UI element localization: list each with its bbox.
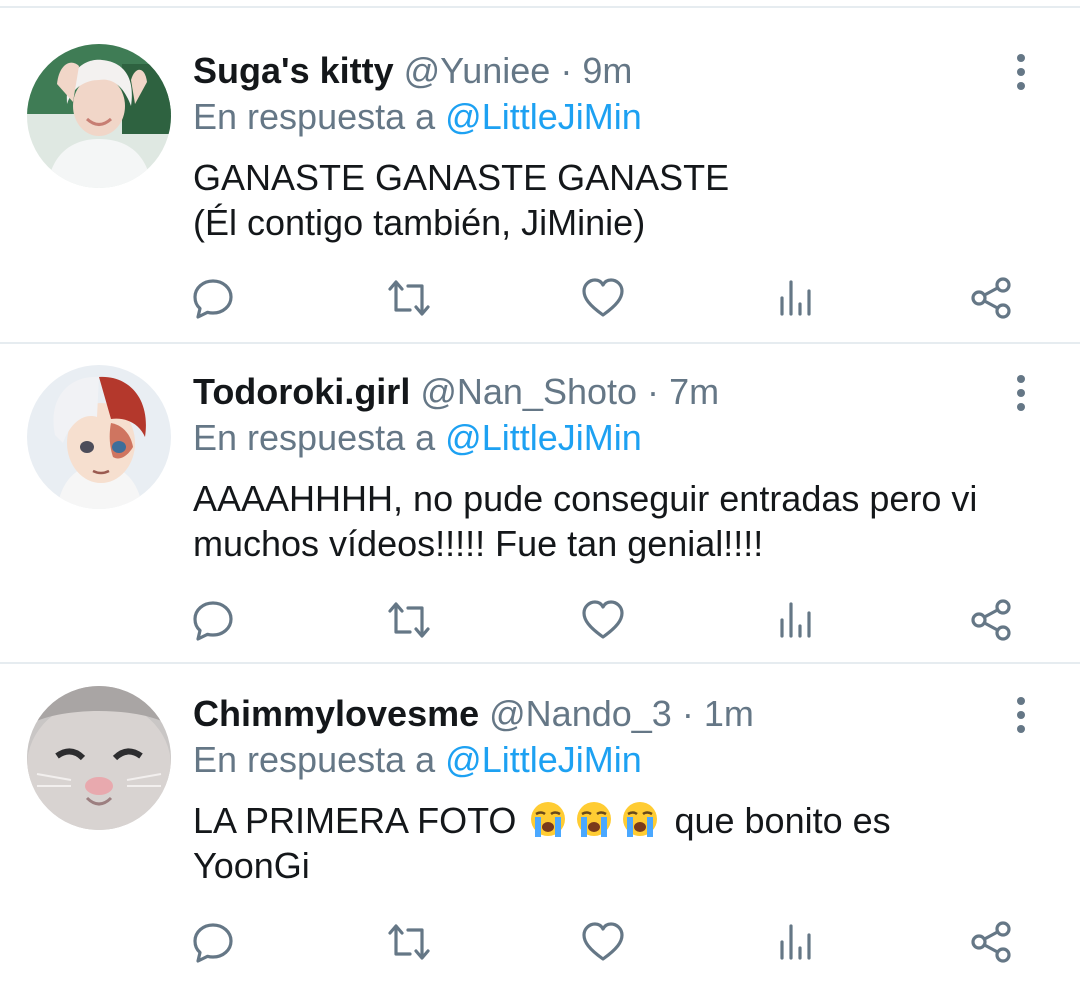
tweet-text-line: GANASTE GANASTE GANASTE bbox=[193, 157, 730, 198]
tweet-card[interactable]: Suga's kitty @Yuniee · 9m En respuesta a… bbox=[0, 0, 1080, 342]
reply-prefix: En respuesta a bbox=[193, 96, 436, 137]
reply-button[interactable] bbox=[189, 918, 237, 966]
tweet-text-segment: que bonito es bbox=[674, 800, 891, 841]
handle[interactable]: @Yuniee bbox=[404, 50, 551, 91]
reply-button[interactable] bbox=[189, 596, 237, 644]
reply-mention[interactable]: @LittleJiMin bbox=[445, 739, 642, 780]
retweet-icon bbox=[388, 602, 430, 638]
reply-button[interactable] bbox=[189, 274, 237, 322]
reply-context: En respuesta a @LittleJiMin bbox=[193, 738, 642, 782]
reply-mention[interactable]: @LittleJiMin bbox=[445, 96, 642, 137]
display-name[interactable]: Suga's kitty bbox=[193, 50, 394, 91]
reply-mention[interactable]: @LittleJiMin bbox=[445, 417, 642, 458]
like-button[interactable] bbox=[579, 918, 627, 966]
separator-dot: · bbox=[560, 50, 573, 91]
retweet-button[interactable] bbox=[385, 274, 433, 322]
like-icon bbox=[582, 600, 624, 639]
tweet-text-line: (Él contigo también, JiMinie) bbox=[193, 202, 646, 243]
reply-icon bbox=[193, 279, 233, 319]
separator-dot: · bbox=[647, 371, 660, 412]
reply-icon bbox=[193, 601, 233, 641]
tweet-text: AAAAHHHH, no pude conseguir entradas per… bbox=[193, 476, 1053, 566]
tweet-card[interactable]: Todoroki.girl @Nan_Shoto · 7m En respues… bbox=[0, 344, 1080, 662]
tweet-text-line: AAAAHHHH, no pude conseguir entradas per… bbox=[193, 478, 978, 519]
display-name[interactable]: Todoroki.girl bbox=[193, 371, 410, 412]
tweet-text-line: YoonGi bbox=[193, 845, 310, 886]
retweet-button[interactable] bbox=[385, 918, 433, 966]
share-button[interactable] bbox=[967, 596, 1015, 644]
handle[interactable]: @Nan_Shoto bbox=[420, 371, 637, 412]
display-name[interactable]: Chimmylovesme bbox=[193, 693, 479, 734]
share-button[interactable] bbox=[967, 274, 1015, 322]
share-icon bbox=[971, 599, 1011, 641]
retweet-button[interactable] bbox=[385, 596, 433, 644]
more-options-icon[interactable] bbox=[1006, 695, 1036, 735]
tweet-text: GANASTE GANASTE GANASTE (Él contigo tamb… bbox=[193, 155, 1053, 245]
more-options-icon[interactable] bbox=[1006, 52, 1036, 92]
tweet-actions bbox=[0, 274, 1080, 324]
reply-prefix: En respuesta a bbox=[193, 739, 436, 780]
loudly-crying-face-emoji bbox=[618, 800, 664, 841]
avatar-image bbox=[27, 686, 171, 830]
share-icon bbox=[971, 921, 1011, 963]
timestamp[interactable]: 7m bbox=[669, 371, 719, 412]
tweet-text-line: LA PRIMERA FOTO que bonito es bbox=[193, 798, 1053, 843]
analytics-button[interactable] bbox=[772, 274, 820, 322]
tweet-card[interactable]: Chimmylovesme @Nando_3 · 1m En respuesta… bbox=[0, 664, 1080, 981]
avatar[interactable] bbox=[27, 44, 171, 188]
like-button[interactable] bbox=[579, 596, 627, 644]
tweet-text-segment: LA PRIMERA FOTO bbox=[193, 800, 517, 841]
share-button[interactable] bbox=[967, 918, 1015, 966]
analytics-icon bbox=[780, 602, 811, 638]
timestamp[interactable]: 1m bbox=[704, 693, 754, 734]
retweet-icon bbox=[388, 924, 430, 960]
analytics-button[interactable] bbox=[772, 596, 820, 644]
timestamp[interactable]: 9m bbox=[582, 50, 632, 91]
like-icon bbox=[582, 922, 624, 961]
like-button[interactable] bbox=[579, 274, 627, 322]
reply-icon bbox=[193, 923, 233, 963]
avatar-image bbox=[27, 365, 171, 509]
tweet-header: Chimmylovesme @Nando_3 · 1m bbox=[193, 692, 754, 736]
tweet-actions bbox=[0, 918, 1080, 968]
like-icon bbox=[582, 278, 624, 317]
reply-context: En respuesta a @LittleJiMin bbox=[193, 416, 642, 460]
analytics-icon bbox=[780, 280, 811, 316]
loudly-crying-face-emoji bbox=[526, 800, 572, 841]
avatar[interactable] bbox=[27, 686, 171, 830]
tweet-text: LA PRIMERA FOTO que bonito es YoonGi bbox=[193, 798, 1053, 888]
share-icon bbox=[971, 277, 1011, 319]
analytics-button[interactable] bbox=[772, 918, 820, 966]
avatar[interactable] bbox=[27, 365, 171, 509]
analytics-icon bbox=[780, 924, 811, 960]
handle[interactable]: @Nando_3 bbox=[489, 693, 672, 734]
tweet-header: Todoroki.girl @Nan_Shoto · 7m bbox=[193, 370, 719, 414]
tweet-actions bbox=[0, 596, 1080, 646]
loudly-crying-face-emoji bbox=[572, 800, 618, 841]
avatar-image bbox=[27, 44, 171, 188]
reply-prefix: En respuesta a bbox=[193, 417, 436, 458]
tweet-header: Suga's kitty @Yuniee · 9m bbox=[193, 49, 632, 93]
retweet-icon bbox=[388, 280, 430, 316]
reply-context: En respuesta a @LittleJiMin bbox=[193, 95, 642, 139]
more-options-icon[interactable] bbox=[1006, 373, 1036, 413]
separator-dot: · bbox=[681, 693, 694, 734]
tweet-text-line: muchos vídeos!!!!! Fue tan genial!!!! bbox=[193, 523, 764, 564]
